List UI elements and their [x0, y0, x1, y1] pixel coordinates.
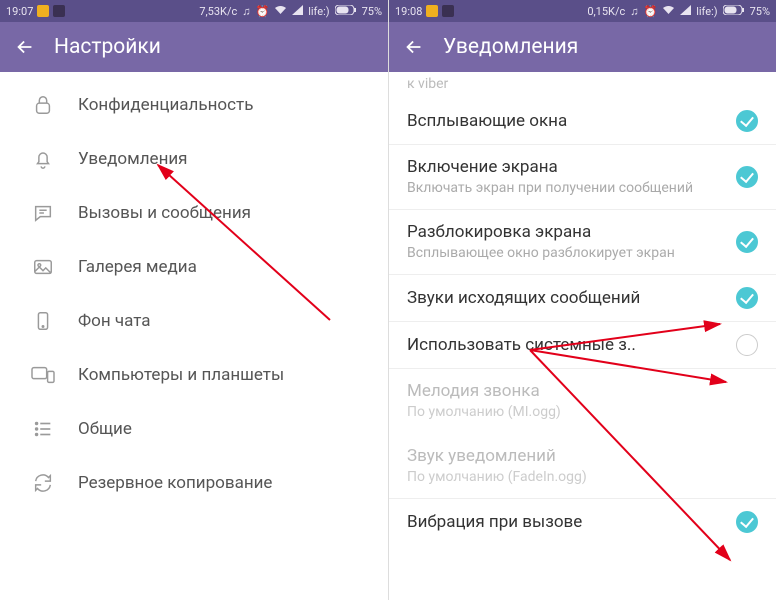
status-speed: 7,53K/c: [199, 5, 237, 18]
bell-icon: [30, 146, 56, 172]
status-time: 19:08: [395, 5, 422, 18]
setting-title: Разблокировка экрана: [407, 222, 726, 242]
app-bar: Настройки: [0, 22, 388, 72]
lock-icon: [30, 92, 56, 118]
status-time: 19:07: [6, 5, 33, 18]
toggle[interactable]: [736, 334, 758, 356]
setting-notification-sound[interactable]: Звук уведомлений По умолчанию (FadeIn.og…: [389, 434, 776, 499]
setting-title: Звук уведомлений: [407, 446, 748, 466]
status-app-icon: [442, 5, 454, 17]
setting-subtitle: Включать экран при получении сообщений: [407, 179, 726, 197]
menu-label: Конфиденциальность: [78, 95, 253, 115]
setting-unlock[interactable]: Разблокировка экрана Всплывающее окно ра…: [389, 210, 776, 275]
setting-title: Звуки исходящих сообщений: [407, 288, 726, 308]
setting-title: Включение экрана: [407, 157, 726, 177]
status-battery: 75%: [362, 5, 382, 18]
battery-icon: [335, 5, 357, 18]
setting-subtitle: Всплывающее окно разблокирует экран: [407, 244, 726, 262]
menu-item-devices[interactable]: Компьютеры и планшеты: [0, 348, 388, 402]
setting-subtitle: По умолчанию (MI.ogg): [407, 403, 748, 421]
status-bar: 19:07 7,53K/c ♫ ⏰ life:) 75%: [0, 0, 388, 22]
status-carrier: life:): [696, 5, 717, 18]
sync-icon: [30, 470, 56, 496]
status-carrier: life:): [308, 5, 329, 18]
alarm-icon: ⏰: [256, 5, 270, 18]
menu-item-media[interactable]: Галерея медиа: [0, 240, 388, 294]
notifications-screen: 19:08 0,15K/c ♫ ⏰ life:) 75% Уведомления: [388, 0, 776, 600]
headphones-icon: ♫: [630, 5, 638, 18]
toggle[interactable]: [736, 511, 758, 533]
setting-subtitle: По умолчанию (FadeIn.ogg): [407, 468, 748, 486]
chat-icon: [30, 200, 56, 226]
page-title: Уведомления: [443, 35, 578, 59]
status-battery: 75%: [750, 5, 770, 18]
setting-ringtone[interactable]: Мелодия звонка По умолчанию (MI.ogg): [389, 369, 776, 433]
image-icon: [30, 254, 56, 280]
menu-label: Вызовы и сообщения: [78, 203, 251, 223]
toggle[interactable]: [736, 231, 758, 253]
headphones-icon: ♫: [242, 5, 250, 18]
setting-outgoing-sounds[interactable]: Звуки исходящих сообщений: [389, 275, 776, 322]
setting-title: Мелодия звонка: [407, 381, 748, 401]
setting-vibrate[interactable]: Вибрация при вызове: [389, 499, 776, 545]
toggle[interactable]: [736, 287, 758, 309]
settings-list: Конфиденциальность Уведомления Вызовы и …: [0, 72, 388, 600]
status-bar: 19:08 0,15K/c ♫ ⏰ life:) 75%: [389, 0, 776, 22]
notifications-list: к viber Всплывающие окна Включение экран…: [389, 72, 776, 600]
toggle[interactable]: [736, 166, 758, 188]
setting-title: Всплывающие окна: [407, 111, 726, 131]
partial-row: к viber: [389, 72, 776, 98]
page-title: Настройки: [54, 35, 161, 59]
app-bar: Уведомления: [389, 22, 776, 72]
back-icon[interactable]: [14, 36, 36, 58]
menu-label: Общие: [78, 419, 132, 439]
alarm-icon: ⏰: [644, 5, 658, 18]
wifi-icon: [662, 5, 675, 18]
menu-item-background[interactable]: Фон чата: [0, 294, 388, 348]
status-app-icon: [426, 5, 438, 17]
menu-item-notifications[interactable]: Уведомления: [0, 132, 388, 186]
menu-label: Компьютеры и планшеты: [78, 365, 284, 385]
setting-popup[interactable]: Всплывающие окна: [389, 98, 776, 145]
list-icon: [30, 416, 56, 442]
status-app-icon: [53, 5, 65, 17]
settings-screen: 19:07 7,53K/c ♫ ⏰ life:) 75% Настройки: [0, 0, 388, 600]
menu-item-general[interactable]: Общие: [0, 402, 388, 456]
wifi-icon: [274, 5, 287, 18]
setting-title: Вибрация при вызове: [407, 512, 726, 532]
signal-icon: [680, 5, 691, 18]
signal-icon: [292, 5, 303, 18]
phone-icon: [30, 308, 56, 334]
devices-icon: [30, 362, 56, 388]
menu-item-calls[interactable]: Вызовы и сообщения: [0, 186, 388, 240]
status-speed: 0,15K/c: [587, 5, 625, 18]
status-app-icon: [37, 5, 49, 17]
battery-icon: [723, 5, 745, 18]
setting-screen-on[interactable]: Включение экрана Включать экран при полу…: [389, 145, 776, 210]
back-icon[interactable]: [403, 36, 425, 58]
menu-label: Уведомления: [78, 149, 188, 169]
menu-item-privacy[interactable]: Конфиденциальность: [0, 78, 388, 132]
menu-label: Галерея медиа: [78, 257, 197, 277]
menu-label: Фон чата: [78, 311, 151, 331]
menu-item-backup[interactable]: Резервное копирование: [0, 456, 388, 510]
setting-title: Использовать системные з..: [407, 335, 726, 355]
menu-label: Резервное копирование: [78, 473, 272, 493]
toggle[interactable]: [736, 110, 758, 132]
setting-system-sounds[interactable]: Использовать системные з..: [389, 322, 776, 369]
